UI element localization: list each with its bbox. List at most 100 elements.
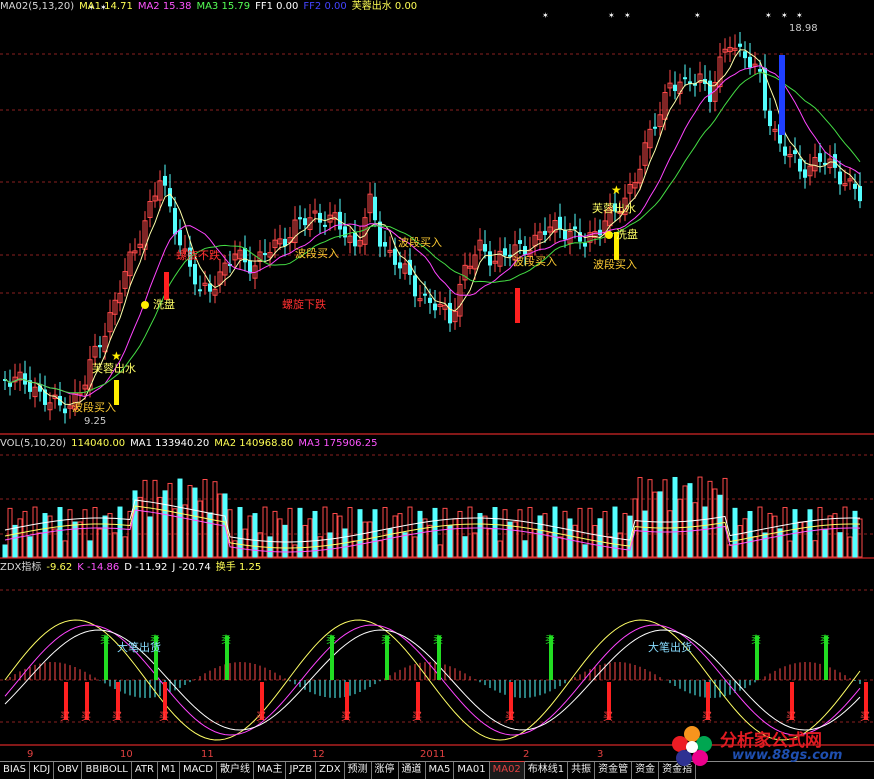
tab-bbiboll[interactable]: BBIBOLL	[82, 762, 132, 779]
tab-资金管[interactable]: 资金管	[595, 762, 633, 779]
volume-bar	[192, 487, 198, 558]
volume-bar	[92, 506, 98, 558]
volume-bar	[442, 507, 448, 558]
tab-ma01[interactable]: MA01	[454, 762, 490, 779]
candle-body	[803, 169, 807, 178]
sell-label: 卖	[326, 634, 336, 646]
volume-bar	[822, 528, 828, 558]
candle-body	[653, 126, 657, 129]
time-axis-label: 2	[523, 749, 529, 760]
volume-bar	[357, 509, 363, 558]
volume-bar	[697, 476, 703, 558]
zdx-item: -9.62	[46, 562, 73, 573]
volume-bar	[52, 528, 58, 558]
star-marker-icon: ✶	[608, 11, 615, 20]
volume-bar	[762, 532, 768, 558]
volume-bar	[807, 509, 813, 558]
vol-item: MA3 175906.25	[298, 438, 378, 449]
tab-ma主[interactable]: MA主	[254, 762, 287, 779]
signal-annotation: 洗盘	[153, 297, 175, 311]
volume-bar	[347, 507, 353, 558]
volume-bar	[412, 536, 418, 558]
signal-annotation: 波段买入	[593, 257, 637, 271]
volume-bar	[212, 481, 218, 558]
candle-body	[518, 240, 522, 244]
tab-通道[interactable]: 通道	[399, 762, 426, 779]
vol-item: MA1 133940.20	[130, 438, 210, 449]
volume-bar	[652, 491, 658, 558]
volume-bar	[422, 518, 428, 558]
volume-bar	[197, 500, 203, 558]
tab-m1[interactable]: M1	[158, 762, 180, 779]
candle-body	[743, 51, 747, 59]
volume-bar	[332, 513, 338, 558]
volume-bar	[487, 528, 493, 558]
volume-bar	[377, 540, 383, 558]
tab-jpzb[interactable]: JPZB	[286, 762, 317, 779]
tab-bias[interactable]: BIAS	[0, 762, 30, 779]
candle-body	[373, 196, 377, 221]
volume-bar	[402, 532, 408, 558]
tab-obv[interactable]: OBV	[54, 762, 83, 779]
volume-bar	[492, 507, 498, 558]
tab-atr[interactable]: ATR	[132, 762, 158, 779]
volume-bar	[637, 477, 643, 558]
buy-label: 买	[341, 711, 351, 723]
tab-资金[interactable]: 资金	[632, 762, 660, 779]
tab-散户线[interactable]: 散户线	[217, 762, 254, 779]
volume-bar	[537, 515, 543, 558]
volume-bar	[257, 532, 263, 558]
candle-body	[853, 183, 857, 189]
signal-bar	[515, 288, 520, 323]
volume-bar	[672, 476, 678, 558]
signal-annotation: 波段买入	[513, 254, 557, 268]
candle-body	[318, 212, 322, 223]
volume-bar	[702, 506, 708, 558]
candle-body	[768, 110, 772, 127]
candle-body	[423, 293, 427, 296]
zdx-header: ZDX指标 -9.62 K -14.86 D -11.92 J -20.74 换手 1.2…	[0, 561, 266, 574]
price-chart[interactable]: ★★✶ ✶✶ ✶ ✶ ✶ ✶ ✶ ✶18.989.25芙蓉出水波段买入洗盘螺旋不跌螺旋下跌波段…	[0, 0, 874, 778]
tab-ma5[interactable]: MA5	[426, 762, 455, 779]
volume-bar	[522, 540, 528, 558]
main-item: MA1 14.71	[79, 1, 133, 12]
tab-zdx[interactable]: ZDX	[316, 762, 345, 779]
volume-bar	[372, 509, 378, 558]
volume-bar	[842, 506, 848, 558]
volume-bar	[742, 518, 748, 558]
tab-布林线1[interactable]: 布林线1	[525, 762, 569, 779]
candle-body	[413, 275, 417, 297]
volume-bar	[237, 506, 243, 558]
volume-bar	[7, 507, 13, 558]
volume-bar	[12, 524, 18, 558]
vol-item: MA2 140968.80	[214, 438, 294, 449]
volume-bar	[577, 507, 583, 558]
tab-预测[interactable]: 预测	[345, 762, 372, 779]
candle-body	[558, 216, 562, 230]
time-axis-label: 3	[597, 749, 603, 760]
time-axis-label: 2011	[420, 749, 445, 760]
volume-bar	[87, 540, 93, 558]
tab-kdj[interactable]: KDJ	[30, 762, 55, 779]
time-axis-label: 10	[120, 749, 133, 760]
candle-body	[173, 208, 177, 235]
volume-bar	[187, 485, 193, 558]
tab-macd[interactable]: MACD	[180, 762, 217, 779]
candle-body	[433, 303, 437, 311]
low-label: 9.25	[84, 416, 106, 427]
signal-annotation: 螺旋不跌	[176, 248, 220, 262]
volume-bar	[642, 510, 648, 558]
candle-body	[573, 226, 577, 230]
tab-ma02[interactable]: MA02	[489, 761, 525, 779]
buy-label: 买	[112, 711, 122, 723]
star-marker-icon: ✶	[796, 11, 803, 20]
main-item: MA02(5,13,20)	[0, 1, 75, 12]
volume-bar	[812, 540, 818, 558]
candle-body	[738, 43, 742, 47]
candle-body	[248, 260, 252, 274]
candle-body	[428, 297, 432, 303]
tab-共振[interactable]: 共振	[568, 762, 596, 779]
volume-bar	[297, 507, 303, 558]
buy-label: 买	[60, 711, 70, 723]
tab-涨停[interactable]: 涨停	[372, 762, 399, 779]
